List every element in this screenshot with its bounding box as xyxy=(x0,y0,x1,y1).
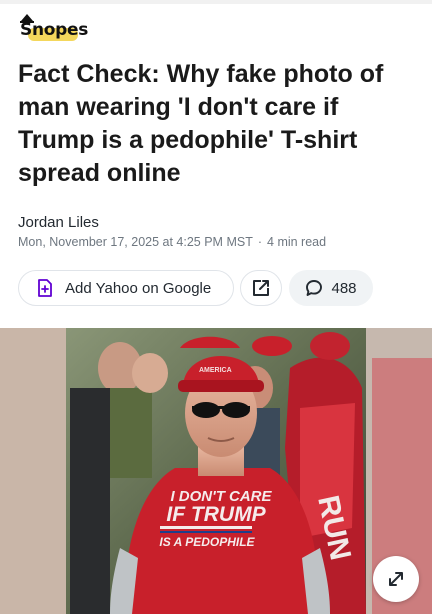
share-icon xyxy=(252,279,270,297)
expand-image-button[interactable] xyxy=(373,556,419,602)
comments-button[interactable]: 488 xyxy=(289,270,373,306)
meta-separator: · xyxy=(257,235,263,249)
share-button[interactable] xyxy=(240,270,282,306)
expand-icon xyxy=(387,570,405,588)
top-divider xyxy=(0,0,432,4)
add-yahoo-label: Add Yahoo on Google xyxy=(65,279,212,297)
publish-date: Mon, November 17, 2025 at 4:25 PM MST xyxy=(18,235,253,249)
read-time: 4 min read xyxy=(267,235,327,249)
snopes-logo[interactable]: Snopes xyxy=(18,12,88,44)
shirt-text-line2: IF TRUMP xyxy=(166,503,266,526)
add-yahoo-on-google-button[interactable]: Add Yahoo on Google xyxy=(18,270,234,306)
shirt-text-line3: IS A PEDOPHILE xyxy=(159,535,255,549)
hat-text: AMERICA xyxy=(199,367,232,374)
comment-count: 488 xyxy=(331,279,357,297)
article-meta: Mon, November 17, 2025 at 4:25 PM MST · 4 … xyxy=(18,235,326,249)
logo-text: Snopes xyxy=(20,20,89,40)
comment-icon xyxy=(305,279,323,297)
author-name[interactable]: Jordan Liles xyxy=(18,214,99,231)
google-plus-icon xyxy=(37,279,53,297)
hero-photo: RUN AMERICA I DON'T CARE IF TRUMP IS A P… xyxy=(0,328,432,614)
article-headline: Fact Check: Why fake photo of man wearin… xyxy=(18,60,384,187)
article-hero-image[interactable]: RUN AMERICA I DON'T CARE IF TRUMP IS A P… xyxy=(0,328,432,614)
